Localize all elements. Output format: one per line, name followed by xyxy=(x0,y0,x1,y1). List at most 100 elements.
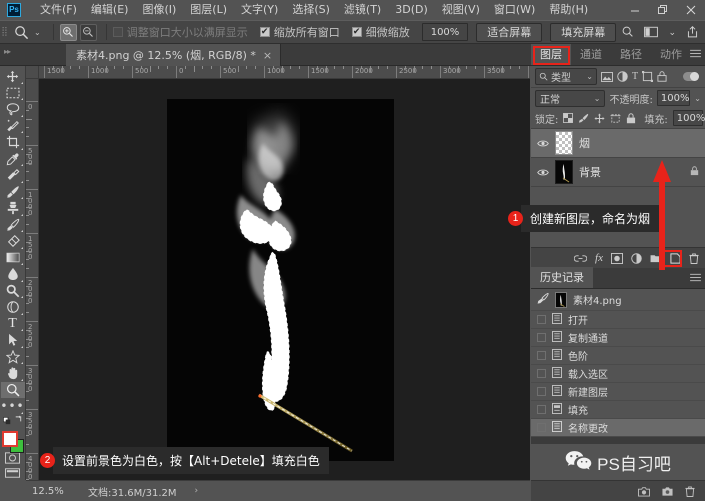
healing-brush-tool[interactable] xyxy=(1,167,25,184)
history-brush-checkbox[interactable] xyxy=(537,333,546,342)
artboard[interactable] xyxy=(167,99,394,461)
dodge-tool[interactable] xyxy=(1,283,25,300)
fill-field[interactable]: 100% xyxy=(672,110,705,126)
menu-window[interactable]: 窗口(W) xyxy=(487,0,542,20)
quick-selection-tool[interactable] xyxy=(1,118,25,135)
resize-window-checkbox-group[interactable]: 调整窗口大小以满屏显示 xyxy=(112,24,248,40)
list-item[interactable]: 名称更改 xyxy=(531,419,705,437)
chevron-down-icon[interactable]: ⌄ xyxy=(594,94,601,103)
tab-paths[interactable]: 路径 xyxy=(611,44,651,65)
history-brush-checkbox[interactable] xyxy=(537,369,546,378)
history-brush-checkbox[interactable] xyxy=(537,405,546,414)
zoom-tool[interactable] xyxy=(0,381,25,398)
menu-view[interactable]: 视图(V) xyxy=(435,0,487,20)
menu-layer[interactable]: 图层(L) xyxy=(183,0,234,20)
menu-3d[interactable]: 3D(D) xyxy=(388,0,435,20)
eye-icon[interactable] xyxy=(537,139,549,148)
history-snapshot-row[interactable]: 素材4.png xyxy=(531,289,705,311)
status-chevron-right-icon[interactable]: › xyxy=(195,486,199,496)
zoom-tool-icon[interactable] xyxy=(8,20,34,44)
history-brush-checkbox[interactable] xyxy=(537,351,546,360)
scrubby-zoom-checkbox[interactable]: ✔ xyxy=(351,27,362,37)
tab-history[interactable]: 历史记录 xyxy=(531,267,593,288)
lock-all-icon[interactable] xyxy=(626,112,636,124)
list-item[interactable]: 填充 xyxy=(531,401,705,419)
color-swatches[interactable] xyxy=(1,430,25,453)
shape-filter-icon[interactable] xyxy=(642,71,654,82)
canvas-area[interactable] xyxy=(39,79,530,480)
link-layers-icon[interactable] xyxy=(574,254,588,263)
panel-menu-icon[interactable] xyxy=(690,48,701,61)
pen-tool[interactable] xyxy=(1,299,25,316)
delete-layer-icon[interactable] xyxy=(689,253,699,264)
layer-filter-type-select[interactable]: 类型 ⌄ xyxy=(535,68,597,85)
workspace-chevron-down-icon[interactable]: ⌄ xyxy=(668,28,676,38)
close-button[interactable] xyxy=(677,0,705,20)
menu-file[interactable]: 文件(F) xyxy=(33,0,84,20)
list-item[interactable]: 复制通道 xyxy=(531,329,705,347)
scrubby-zoom-checkbox-group[interactable]: ✔ 细微缩放 xyxy=(351,24,410,40)
adjustment-filter-icon[interactable] xyxy=(617,71,628,82)
add-mask-icon[interactable] xyxy=(611,252,623,264)
list-item[interactable]: 载入选区 xyxy=(531,365,705,383)
move-tool[interactable] xyxy=(1,68,25,85)
lasso-tool[interactable] xyxy=(1,101,25,118)
minimize-button[interactable] xyxy=(621,0,649,20)
vertical-ruler[interactable]: 05001000150020002500300035004000 xyxy=(26,79,39,480)
opacity-chevron-down-icon[interactable]: ⌄ xyxy=(694,94,701,103)
quick-mask-icon[interactable] xyxy=(2,451,24,466)
list-item[interactable]: 新建图层 xyxy=(531,383,705,401)
brush-tool[interactable] xyxy=(1,184,25,201)
ruler-origin-corner[interactable] xyxy=(26,66,39,79)
smartobject-filter-icon[interactable] xyxy=(657,71,667,82)
document-tab[interactable]: 素材4.png @ 12.5% (烟, RGB/8) * × xyxy=(66,44,282,66)
tab-channels[interactable]: 通道 xyxy=(571,44,611,65)
zoom-in-button[interactable] xyxy=(59,23,77,41)
layer-thumbnail[interactable] xyxy=(555,131,573,155)
delete-icon[interactable] xyxy=(685,486,695,497)
zoom-all-windows-checkbox[interactable]: ✔ xyxy=(259,27,270,37)
shape-tool[interactable] xyxy=(1,349,25,366)
layer-name[interactable]: 烟 xyxy=(579,135,590,151)
panel-menu-icon[interactable] xyxy=(690,272,701,285)
fit-screen-button[interactable]: 适合屏幕 xyxy=(476,22,543,42)
zoom-all-windows-checkbox-group[interactable]: ✔ 缩放所有窗口 xyxy=(259,24,340,40)
hand-tool[interactable] xyxy=(1,365,25,382)
pixel-filter-icon[interactable] xyxy=(601,71,613,82)
type-tool[interactable]: T xyxy=(1,316,25,333)
table-row[interactable]: 背景 xyxy=(531,158,705,187)
menu-edit[interactable]: 编辑(E) xyxy=(84,0,136,20)
default-colors-icon[interactable] xyxy=(1,415,25,427)
eye-icon[interactable] xyxy=(537,168,549,177)
menu-type[interactable]: 文字(Y) xyxy=(234,0,285,20)
horizontal-ruler[interactable]: 1500100050005001000150020002500300035004… xyxy=(39,66,530,79)
list-item[interactable]: 色阶 xyxy=(531,347,705,365)
layer-name[interactable]: 背景 xyxy=(579,164,601,180)
tab-actions[interactable]: 动作 xyxy=(651,44,691,65)
edit-toolbar-button[interactable]: ••• xyxy=(0,398,25,415)
menu-help[interactable]: 帮助(H) xyxy=(542,0,595,20)
fill-screen-button[interactable]: 填充屏幕 xyxy=(550,22,617,42)
restore-button[interactable] xyxy=(649,0,677,20)
tabbar-left-grip-icon[interactable]: ▸▸ xyxy=(4,47,11,56)
layer-style-fx-icon[interactable]: fx xyxy=(595,252,603,264)
options-bar-grip[interactable]: ⣿ xyxy=(0,20,8,44)
snapshot-icon[interactable] xyxy=(638,486,650,497)
menu-filter[interactable]: 滤镜(T) xyxy=(337,0,388,20)
gradient-tool[interactable] xyxy=(1,250,25,267)
new-document-icon[interactable] xyxy=(662,486,673,497)
zoom-out-button[interactable] xyxy=(79,23,97,41)
table-row[interactable]: 烟 xyxy=(531,129,705,158)
search-icon[interactable] xyxy=(621,25,634,41)
history-brush-tool[interactable] xyxy=(1,217,25,234)
menu-select[interactable]: 选择(S) xyxy=(285,0,337,20)
workspace-icon[interactable] xyxy=(644,26,659,41)
clone-stamp-tool[interactable] xyxy=(1,200,25,217)
history-brush-checkbox[interactable] xyxy=(537,423,546,432)
history-brush-source-icon[interactable] xyxy=(537,292,549,307)
eraser-tool[interactable] xyxy=(1,233,25,250)
history-brush-checkbox[interactable] xyxy=(537,315,546,324)
share-icon[interactable] xyxy=(686,25,699,42)
opacity-field[interactable]: 100% xyxy=(656,90,691,106)
type-filter-icon[interactable]: T xyxy=(632,71,638,82)
